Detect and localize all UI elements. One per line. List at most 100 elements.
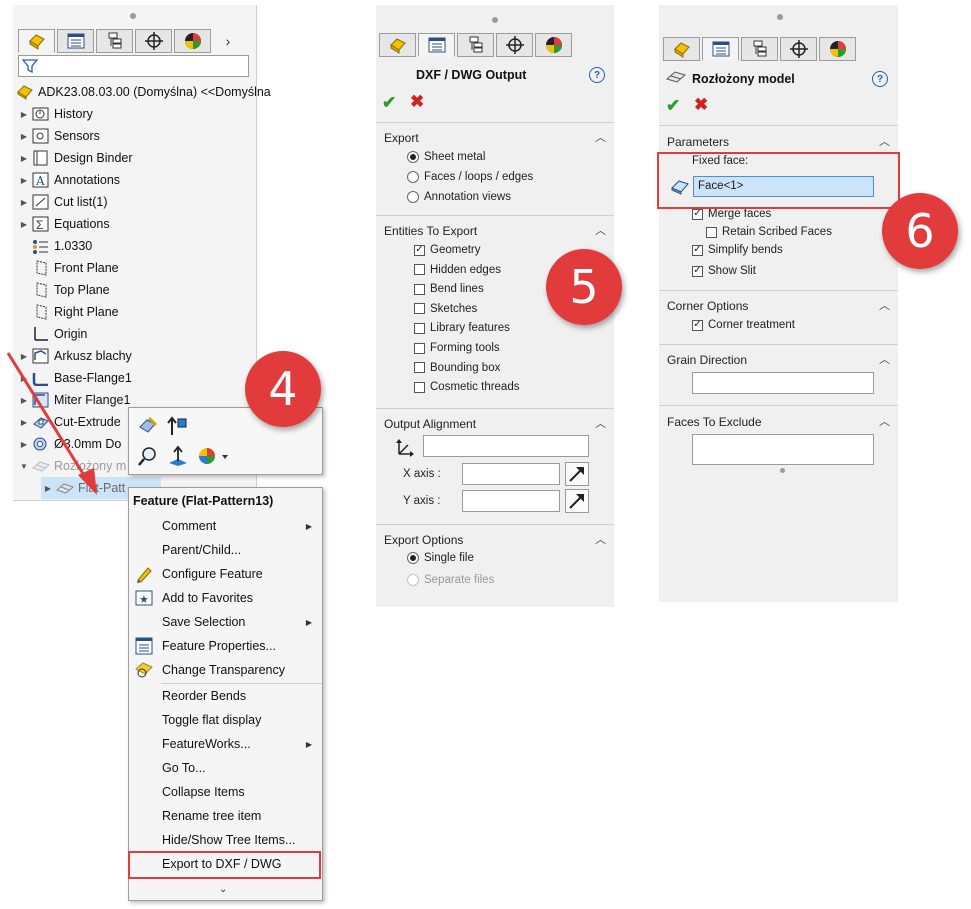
single-file-radio[interactable]: Single file	[407, 552, 474, 564]
menu-item-change-transparency[interactable]: Change Transparency	[129, 658, 322, 682]
export-option-radio[interactable]: Faces / loops / edges	[407, 171, 533, 183]
faces-exclude-section-header[interactable]: Faces To Exclude ︿	[659, 411, 898, 433]
collapse-icon[interactable]: ︿	[879, 297, 890, 313]
list-resize-grip[interactable]	[780, 468, 785, 473]
tree-root[interactable]: ADK23.08.03.00 (Domyślna) <<Domyślna	[15, 81, 271, 103]
edit-feature-button[interactable]	[137, 415, 159, 437]
menu-item-go-to[interactable]: Go To...	[129, 756, 322, 780]
merge-faces-checkbox[interactable]: ✓ Merge faces	[692, 208, 771, 220]
tab-configuration-manager[interactable]	[96, 29, 133, 53]
tab-display-manager[interactable]	[535, 33, 572, 57]
checkbox[interactable]: ✓	[692, 208, 703, 220]
tab-property-manager[interactable]	[57, 29, 94, 53]
tab-configuration-manager[interactable]	[741, 37, 778, 61]
tab-feature-manager[interactable]	[18, 29, 55, 53]
checkbox[interactable]	[414, 303, 425, 315]
checkbox[interactable]: ✓	[414, 244, 425, 256]
tab-feature-manager[interactable]	[379, 33, 416, 57]
retain-scribed-checkbox[interactable]: Retain Scribed Faces	[706, 226, 832, 238]
checkbox[interactable]	[414, 381, 425, 393]
menu-item-toggle-flat-display[interactable]: Toggle flat display	[129, 708, 322, 732]
corner-section-header[interactable]: Corner Options ︿	[659, 295, 898, 317]
collapse-icon[interactable]: ︿	[595, 415, 606, 431]
menu-item-add-to-favorites[interactable]: ★ Add to Favorites	[129, 586, 322, 610]
menu-item-collapse-items[interactable]: Collapse Items	[129, 780, 322, 804]
tab-property-manager[interactable]	[418, 33, 455, 57]
panel-grip[interactable]	[492, 17, 498, 23]
menu-item-rename-tree-item[interactable]: Rename tree item	[129, 804, 322, 828]
menu-item-save-selection[interactable]: Save Selection ▶	[129, 610, 322, 634]
tree-item-1-0330[interactable]: 1.0330	[17, 235, 92, 257]
filter-field[interactable]	[18, 55, 249, 77]
entity-checkbox[interactable]: Bend lines	[414, 283, 484, 295]
entities-section-header[interactable]: Entities To Export ︿	[376, 220, 614, 242]
expand-arrow-icon[interactable]: ▶	[17, 110, 31, 119]
entity-checkbox[interactable]: Sketches	[414, 303, 477, 315]
tabs-scroll-right[interactable]: ›	[213, 29, 243, 53]
parameters-section-header[interactable]: Parameters ︿	[659, 131, 898, 153]
checkbox[interactable]: ✓	[692, 265, 703, 277]
tree-item-sensors[interactable]: ▶ Sensors	[17, 125, 100, 147]
help-icon[interactable]: ?	[589, 67, 605, 83]
simplify-bends-checkbox[interactable]: ✓ Simplify bends	[692, 244, 783, 256]
tree-item-origin[interactable]: Origin	[17, 323, 87, 345]
tree-item-right-plane[interactable]: Right Plane	[17, 301, 119, 323]
radio[interactable]	[407, 171, 419, 183]
entity-checkbox[interactable]: Bounding box	[414, 362, 500, 374]
cancel-button[interactable]: ✖	[410, 92, 424, 112]
help-icon[interactable]: ?	[872, 71, 888, 87]
menu-item-reorder-bends[interactable]: Reorder Bends	[129, 684, 322, 708]
panel-grip[interactable]	[130, 13, 136, 19]
collapse-icon[interactable]: ︿	[879, 351, 890, 367]
origin-field[interactable]	[423, 435, 589, 457]
corner-treatment-checkbox[interactable]: ✓ Corner treatment	[692, 319, 795, 331]
expand-arrow-icon[interactable]: ▶	[17, 176, 31, 185]
x-axis-reverse-button[interactable]	[565, 462, 589, 486]
x-axis-field[interactable]	[462, 463, 560, 485]
show-slit-checkbox[interactable]: ✓ Show Slit	[692, 265, 756, 277]
tab-dimxpert-manager[interactable]	[780, 37, 817, 61]
tab-feature-manager[interactable]	[663, 37, 700, 61]
entity-checkbox[interactable]: Hidden edges	[414, 264, 501, 276]
tree-item-top-plane[interactable]: Top Plane	[17, 279, 110, 301]
tree-item-design-binder[interactable]: ▶ Design Binder	[17, 147, 133, 169]
grain-section-header[interactable]: Grain Direction ︿	[659, 349, 898, 371]
menu-item-configure-feature[interactable]: Configure Feature	[129, 562, 322, 586]
zoom-to-selection-button[interactable]	[137, 445, 159, 467]
radio[interactable]	[407, 552, 419, 564]
collapse-icon[interactable]: ︿	[595, 531, 606, 547]
checkbox[interactable]	[414, 283, 425, 295]
rollback-button[interactable]	[167, 415, 189, 437]
menu-item-feature-properties[interactable]: Feature Properties...	[129, 634, 322, 658]
checkbox[interactable]: ✓	[692, 319, 703, 331]
export-section-header[interactable]: Export ︿	[376, 127, 614, 149]
tree-item-cut-list-1[interactable]: ▶ Cut list(1)	[17, 191, 107, 213]
export-option-radio[interactable]: Sheet metal	[407, 151, 485, 163]
checkbox[interactable]	[414, 342, 425, 354]
y-axis-field[interactable]	[462, 490, 560, 512]
tab-configuration-manager[interactable]	[457, 33, 494, 57]
tab-dimxpert-manager[interactable]	[135, 29, 172, 53]
alignment-section-header[interactable]: Output Alignment ︿	[376, 413, 614, 435]
entity-checkbox[interactable]: ✓ Geometry	[414, 244, 481, 256]
tree-item-front-plane[interactable]: Front Plane	[17, 257, 119, 279]
collapse-icon[interactable]: ︿	[595, 222, 606, 238]
menu-item-hide-show-tree-items[interactable]: Hide/Show Tree Items...	[129, 828, 322, 852]
checkbox[interactable]	[706, 226, 717, 238]
appearance-button[interactable]	[197, 445, 231, 467]
menu-item-parent-child[interactable]: Parent/Child...	[129, 538, 322, 562]
export-options-section-header[interactable]: Export Options ︿	[376, 529, 614, 551]
faces-exclude-list[interactable]	[692, 434, 874, 465]
tab-property-manager[interactable]	[702, 37, 739, 61]
radio[interactable]	[407, 191, 419, 203]
expand-arrow-icon[interactable]: ▶	[17, 220, 31, 229]
tree-item-history[interactable]: ▶ History	[17, 103, 93, 125]
radio[interactable]	[407, 574, 419, 586]
y-axis-reverse-button[interactable]	[565, 489, 589, 513]
tree-item-annotations[interactable]: ▶ A Annotations	[17, 169, 120, 191]
entity-checkbox[interactable]: Library features	[414, 322, 510, 334]
collapse-icon[interactable]: ︿	[879, 413, 890, 429]
normal-to-button[interactable]	[167, 445, 189, 467]
menu-item-comment[interactable]: Comment ▶	[129, 514, 322, 538]
panel-grip[interactable]	[777, 14, 783, 20]
